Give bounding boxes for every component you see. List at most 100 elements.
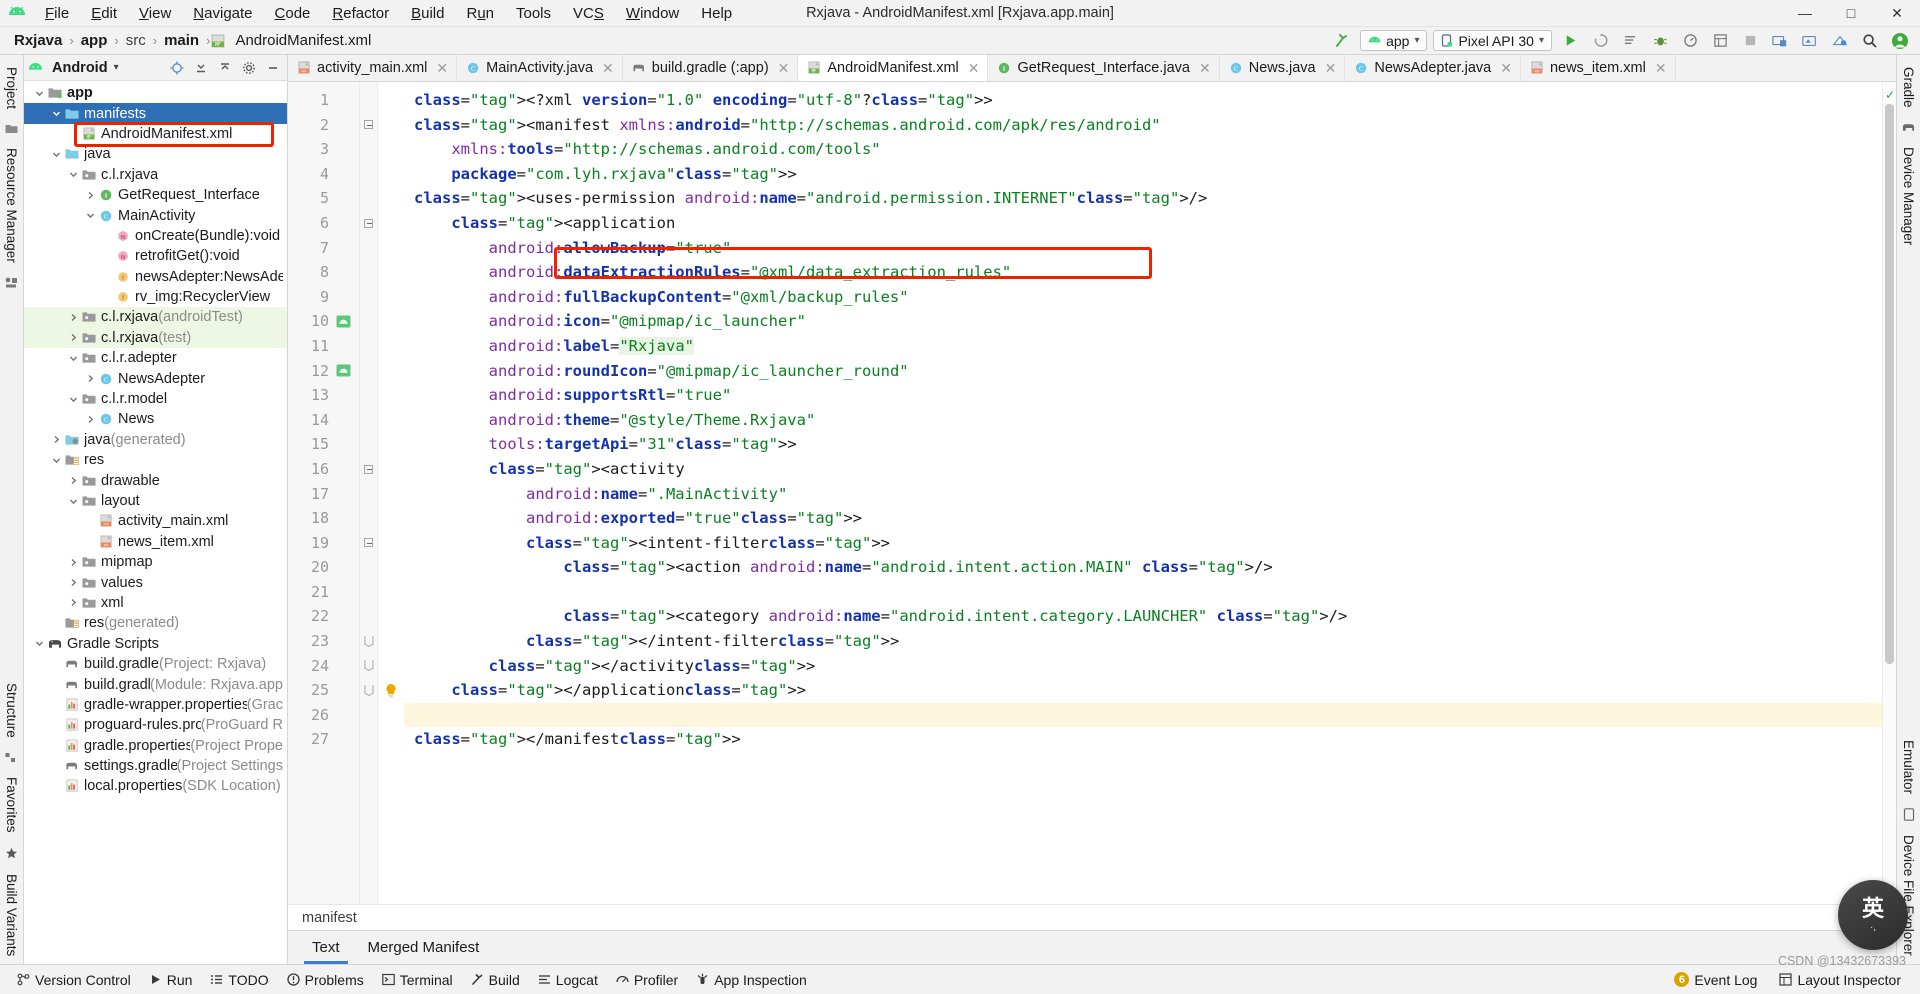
chevron-down-icon[interactable] bbox=[49, 456, 63, 465]
tree-item-newsadepter[interactable]: CNewsAdepter bbox=[24, 368, 287, 388]
editor-tab-newsadepter-java[interactable]: CNewsAdepter.java✕ bbox=[1345, 55, 1521, 81]
fold-marker-line-23[interactable] bbox=[360, 629, 377, 654]
tree-item-oncreate-bundle-void[interactable]: monCreate(Bundle):void bbox=[24, 226, 287, 246]
editor-breadcrumb-manifest[interactable]: manifest bbox=[302, 910, 357, 926]
tree-item-manifests[interactable]: manifests bbox=[24, 103, 287, 123]
module-selector[interactable]: app ▾ bbox=[1360, 30, 1427, 51]
gutter-line-13[interactable]: 13 bbox=[288, 383, 359, 408]
status-logcat[interactable]: Logcat bbox=[529, 970, 607, 990]
gutter-line-14[interactable]: 14 bbox=[288, 408, 359, 433]
intention-bulb-icon[interactable] bbox=[378, 678, 404, 703]
status-run[interactable]: Run bbox=[140, 970, 202, 990]
chevron-down-icon[interactable] bbox=[66, 354, 80, 363]
tree-item-mipmap[interactable]: mipmap bbox=[24, 552, 287, 572]
profile-or-debug-apk-icon[interactable] bbox=[1828, 30, 1852, 52]
menu-refactor[interactable]: Refactor bbox=[321, 3, 400, 24]
editor-view-tabs[interactable]: Text Merged Manifest bbox=[288, 930, 1896, 964]
minimize-button[interactable]: — bbox=[1782, 0, 1828, 27]
fold-marker-line-6[interactable] bbox=[360, 211, 377, 236]
chevron-right-icon[interactable] bbox=[66, 558, 80, 567]
run-button[interactable] bbox=[1558, 30, 1582, 52]
tree-item-xml[interactable]: xml bbox=[24, 593, 287, 613]
code-line-20[interactable]: class="tag"><action android:name="androi… bbox=[404, 555, 1882, 580]
tree-item-retrofitget-void[interactable]: mretrofitGet():void bbox=[24, 246, 287, 266]
code-line-15[interactable]: tools:targetApi="31"class="tag">> bbox=[404, 432, 1882, 457]
project-view-title[interactable]: Android bbox=[50, 60, 108, 76]
gutter-line-23[interactable]: 23 bbox=[288, 629, 359, 654]
chevron-right-icon[interactable] bbox=[66, 578, 80, 587]
tree-item-c-l-r-adepter[interactable]: c.l.r.adepter bbox=[24, 348, 287, 368]
status-version-control[interactable]: Version Control bbox=[8, 970, 140, 990]
code-line-24[interactable]: class="tag"></activityclass="tag">> bbox=[404, 654, 1882, 679]
close-icon[interactable]: ✕ bbox=[968, 60, 980, 77]
ime-indicator-widget[interactable]: 英 ·, bbox=[1838, 880, 1908, 950]
status-layout-inspector[interactable]: Layout Inspector bbox=[1770, 970, 1910, 990]
tool-window-device-manager[interactable]: Device Manager bbox=[1901, 139, 1916, 253]
tree-item-java[interactable]: java (generated) bbox=[24, 430, 287, 450]
editor-intention-column[interactable] bbox=[378, 82, 404, 904]
debug-icon[interactable] bbox=[1648, 30, 1672, 52]
avd-manager-icon[interactable] bbox=[1768, 30, 1792, 52]
tree-item-proguard-rules-pro[interactable]: proguard-rules.pro (ProGuard R bbox=[24, 715, 287, 735]
close-icon[interactable]: ✕ bbox=[1325, 60, 1337, 77]
gutter-line-6[interactable]: 6 bbox=[288, 211, 359, 236]
editor-tab-activity-main-xml[interactable]: <>activity_main.xml✕ bbox=[288, 55, 457, 81]
gutter-line-8[interactable]: 8 bbox=[288, 260, 359, 285]
gutter-line-25[interactable]: 25 bbox=[288, 678, 359, 703]
chevron-down-icon[interactable] bbox=[49, 109, 63, 118]
expand-all-icon[interactable] bbox=[215, 58, 235, 78]
tree-item-newsadepter-newsade[interactable]: fnewsAdepter:NewsAde bbox=[24, 267, 287, 287]
tree-item-res[interactable]: res (generated) bbox=[24, 613, 287, 633]
search-icon[interactable] bbox=[1858, 30, 1882, 52]
main-menu[interactable]: File Edit View Navigate Code Refactor Bu… bbox=[34, 3, 743, 24]
tree-item-c-l-rxjava[interactable]: c.l.rxjava (test) bbox=[24, 328, 287, 348]
tree-item-rv-img-recyclerview[interactable]: frv_img:RecyclerView bbox=[24, 287, 287, 307]
gutter-line-26[interactable]: 26 bbox=[288, 703, 359, 728]
build-hammer-icon[interactable] bbox=[1330, 30, 1354, 52]
account-avatar[interactable] bbox=[1888, 30, 1912, 52]
gutter-line-11[interactable]: 11 bbox=[288, 334, 359, 359]
code-line-5[interactable]: class="tag"><uses-permission android:nam… bbox=[404, 186, 1882, 211]
code-editor[interactable]: 1234567891011121314151617181920212223242… bbox=[288, 82, 1896, 904]
tree-item-mainactivity[interactable]: CMainActivity bbox=[24, 205, 287, 225]
gear-icon[interactable] bbox=[239, 58, 259, 78]
fold-marker-line-19[interactable] bbox=[360, 531, 377, 556]
collapse-all-icon[interactable] bbox=[191, 58, 211, 78]
status-app-inspection[interactable]: App Inspection bbox=[687, 970, 816, 990]
code-line-9[interactable]: android:fullBackupContent="@xml/backup_r… bbox=[404, 285, 1882, 310]
tree-item-news-item-xml[interactable]: <>news_item.xml bbox=[24, 532, 287, 552]
menu-build[interactable]: Build bbox=[400, 3, 455, 24]
gutter-line-15[interactable]: 15 bbox=[288, 432, 359, 457]
chevron-down-icon[interactable] bbox=[66, 170, 80, 179]
chevron-down-icon[interactable] bbox=[66, 497, 80, 506]
tree-item-gradle-properties[interactable]: gradle.properties (Project Prope bbox=[24, 736, 287, 756]
tool-window-device-file-explorer[interactable]: Device File Explorer bbox=[1901, 827, 1916, 964]
tool-window-resource-manager[interactable]: Resource Manager bbox=[4, 140, 19, 271]
tree-item-settings-gradle[interactable]: settings.gradle (Project Settings bbox=[24, 756, 287, 776]
gutter-line-19[interactable]: 19 bbox=[288, 531, 359, 556]
tree-item-gradle-wrapper-properties[interactable]: gradle-wrapper.properties (Grac bbox=[24, 695, 287, 715]
apply-code-changes-icon[interactable] bbox=[1618, 30, 1642, 52]
editor-tab-getrequest-interface-java[interactable]: IGetRequest_Interface.java✕ bbox=[988, 55, 1219, 81]
tree-item-layout[interactable]: layout bbox=[24, 491, 287, 511]
menu-run[interactable]: Run bbox=[455, 3, 505, 24]
code-line-12[interactable]: android:roundIcon="@mipmap/ic_launcher_r… bbox=[404, 359, 1882, 384]
project-view-chevron-down-icon[interactable]: ▾ bbox=[114, 62, 119, 73]
editor-tab-news-java[interactable]: CNews.java✕ bbox=[1220, 55, 1346, 81]
gutter-line-1[interactable]: 1 bbox=[288, 88, 359, 113]
code-content[interactable]: class="tag"><?xml version="1.0" encoding… bbox=[404, 82, 1882, 904]
code-line-16[interactable]: class="tag"><activity bbox=[404, 457, 1882, 482]
tree-item-java[interactable]: java bbox=[24, 144, 287, 164]
fold-marker-line-16[interactable] bbox=[360, 457, 377, 482]
locate-icon[interactable] bbox=[167, 58, 187, 78]
editor-tab-bar[interactable]: <>activity_main.xml✕CMainActivity.java✕b… bbox=[288, 55, 1896, 82]
close-icon[interactable]: ✕ bbox=[602, 60, 614, 77]
status-todo[interactable]: TODO bbox=[201, 970, 277, 990]
chevron-down-icon[interactable] bbox=[66, 395, 80, 404]
tree-item-activity-main-xml[interactable]: <>activity_main.xml bbox=[24, 511, 287, 531]
code-line-26[interactable] bbox=[404, 703, 1882, 728]
code-line-10[interactable]: android:icon="@mipmap/ic_launcher" bbox=[404, 309, 1882, 334]
editor-gutter[interactable]: 1234567891011121314151617181920212223242… bbox=[288, 82, 360, 904]
status-event-log[interactable]: 6 Event Log bbox=[1665, 970, 1766, 990]
status-build[interactable]: Build bbox=[462, 970, 529, 990]
